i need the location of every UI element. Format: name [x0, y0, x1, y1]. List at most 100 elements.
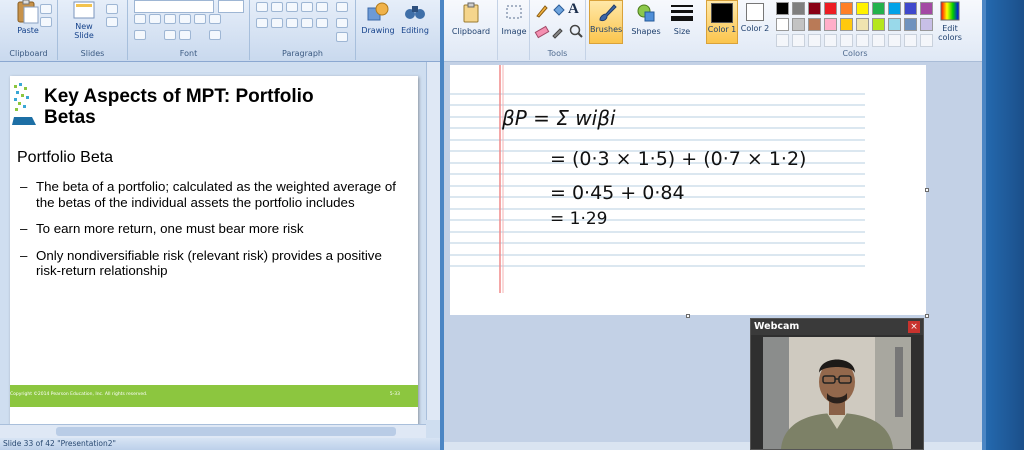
slide-heading[interactable]: Portfolio Beta: [17, 149, 113, 167]
palette-swatch[interactable]: [872, 2, 885, 15]
cut-button[interactable]: [40, 4, 52, 14]
palette-swatch-empty[interactable]: [840, 34, 853, 47]
size-button[interactable]: Size: [666, 0, 698, 36]
slide-bullet[interactable]: The beta of a portfolio; calculated as t…: [20, 179, 410, 210]
eraser-icon[interactable]: [534, 23, 550, 39]
palette-swatch[interactable]: [840, 2, 853, 15]
underline-button[interactable]: [164, 14, 176, 24]
slide[interactable]: Key Aspects of MPT: Portfolio Betas Port…: [10, 76, 418, 450]
palette-swatch-empty[interactable]: [904, 34, 917, 47]
palette-swatch[interactable]: [824, 18, 837, 31]
webcam-close-button[interactable]: ×: [908, 321, 920, 333]
palette-swatch-empty[interactable]: [888, 34, 901, 47]
paste-icon: [17, 0, 39, 24]
paint-clipboard-button[interactable]: Clipboard: [448, 0, 494, 36]
paint-tools-group: A Tools: [530, 0, 586, 60]
canvas-resize-handle-bottom[interactable]: [686, 314, 690, 318]
palette-swatch-empty[interactable]: [824, 34, 837, 47]
new-slide-button[interactable]: New Slide: [66, 0, 102, 40]
palette-swatch-empty[interactable]: [856, 34, 869, 47]
align-text-button[interactable]: [336, 18, 348, 28]
magnifier-icon[interactable]: [568, 23, 584, 39]
palette-swatch[interactable]: [808, 18, 821, 31]
webcam-window[interactable]: Webcam ×: [750, 318, 924, 450]
palette-swatch[interactable]: [776, 18, 789, 31]
slide-title[interactable]: Key Aspects of MPT: Portfolio Betas: [44, 86, 344, 128]
webcam-title-bar[interactable]: Webcam ×: [751, 319, 923, 335]
brushes-button[interactable]: Brushes: [589, 0, 623, 44]
ppt-horizontal-scrollbar[interactable]: [0, 424, 426, 438]
canvas-resize-handle-corner[interactable]: [925, 314, 929, 318]
copy-button[interactable]: [40, 17, 52, 27]
shapes-button[interactable]: Shapes: [628, 0, 664, 36]
decrease-indent-button[interactable]: [286, 2, 298, 12]
ppt-paragraph-group: Paragraph: [250, 0, 356, 60]
ppt-vertical-scrollbar[interactable]: [426, 62, 440, 420]
strikethrough-button[interactable]: [179, 14, 191, 24]
shrink-font-button[interactable]: [179, 30, 191, 40]
palette-swatch[interactable]: [792, 18, 805, 31]
italic-button[interactable]: [149, 14, 161, 24]
slide-bullet[interactable]: To earn more return, one must bear more …: [20, 221, 410, 237]
ppt-horizontal-scroll-thumb[interactable]: [56, 427, 396, 436]
ppt-font-group-label: Font: [179, 49, 198, 58]
editing-button[interactable]: Editing: [398, 0, 432, 35]
color-picker-icon[interactable]: [550, 23, 566, 39]
palette-swatch[interactable]: [872, 18, 885, 31]
bullets-button[interactable]: [256, 2, 268, 12]
palette-swatch[interactable]: [920, 18, 933, 31]
palette-swatch-empty[interactable]: [808, 34, 821, 47]
line-spacing-button[interactable]: [316, 2, 328, 12]
paint-tools-group-label: Tools: [547, 49, 568, 58]
columns-button[interactable]: [316, 18, 328, 28]
fill-icon[interactable]: [550, 3, 566, 19]
edit-colors-button[interactable]: Edit colors: [936, 0, 964, 42]
text-tool-icon[interactable]: A: [568, 1, 579, 18]
handwriting-line-4: = 1·29: [550, 209, 608, 229]
pencil-icon[interactable]: [534, 3, 550, 19]
drawing-button[interactable]: Drawing: [358, 0, 398, 35]
image-button[interactable]: Image: [500, 0, 528, 36]
palette-swatch[interactable]: [792, 2, 805, 15]
palette-swatch-empty[interactable]: [776, 34, 789, 47]
numbering-button[interactable]: [271, 2, 283, 12]
palette-swatch[interactable]: [776, 2, 789, 15]
palette-swatch[interactable]: [856, 18, 869, 31]
palette-swatch[interactable]: [888, 2, 901, 15]
palette-swatch-empty[interactable]: [920, 34, 933, 47]
text-direction-button[interactable]: [336, 2, 348, 12]
palette-swatch[interactable]: [808, 2, 821, 15]
change-case-button[interactable]: [134, 30, 146, 40]
font-size-combo[interactable]: [218, 0, 244, 13]
palette-swatch[interactable]: [904, 18, 917, 31]
slide-bullet[interactable]: Only nondiversifiable risk (relevant ris…: [20, 248, 410, 279]
font-name-combo[interactable]: [134, 0, 214, 13]
layout-button[interactable]: [106, 4, 118, 14]
palette-swatch[interactable]: [824, 2, 837, 15]
canvas-resize-handle-right[interactable]: [925, 188, 929, 192]
ppt-slides-group-label: Slides: [80, 49, 105, 58]
color1-button[interactable]: Color 1: [706, 0, 738, 44]
reset-button[interactable]: [106, 17, 118, 27]
handwriting-line-1: βP = Σ wiβi: [502, 106, 616, 130]
grow-font-button[interactable]: [164, 30, 176, 40]
font-color-button[interactable]: [209, 30, 221, 40]
align-right-button[interactable]: [286, 18, 298, 28]
color2-swatch: [746, 3, 764, 21]
palette-swatch[interactable]: [920, 2, 933, 15]
bold-button[interactable]: [134, 14, 146, 24]
smartart-button[interactable]: [336, 32, 348, 42]
palette-swatch[interactable]: [888, 18, 901, 31]
align-left-button[interactable]: [256, 18, 268, 28]
palette-swatch[interactable]: [840, 18, 853, 31]
spacing-button[interactable]: [209, 14, 221, 24]
palette-swatch[interactable]: [856, 2, 869, 15]
palette-swatch-empty[interactable]: [792, 34, 805, 47]
color2-button[interactable]: Color 2: [740, 0, 770, 33]
align-center-button[interactable]: [271, 18, 283, 28]
palette-swatch-empty[interactable]: [872, 34, 885, 47]
justify-button[interactable]: [301, 18, 313, 28]
shadow-button[interactable]: [194, 14, 206, 24]
increase-indent-button[interactable]: [301, 2, 313, 12]
palette-swatch[interactable]: [904, 2, 917, 15]
